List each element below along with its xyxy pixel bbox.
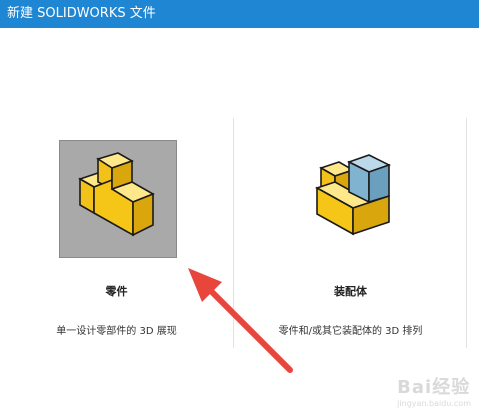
part-label: 零件	[105, 285, 128, 298]
new-document-dialog: 新建 SOLIDWORKS 文件 零件 单一设计零部件的 3D 展现 装配体 零…	[0, 0, 479, 414]
part-cube-icon	[78, 152, 155, 237]
column-divider	[466, 118, 467, 348]
assembly-template-tile[interactable]	[291, 140, 409, 258]
assembly-label: 装配体	[334, 285, 367, 298]
column-divider	[233, 118, 234, 348]
assembly-cube-icon	[315, 154, 392, 236]
watermark: Bai经验 jingyan.baidu.com	[397, 377, 471, 408]
dialog-title: 新建 SOLIDWORKS 文件	[0, 0, 479, 28]
part-template-tile[interactable]	[59, 140, 177, 258]
part-description: 单一设计零部件的 3D 展现	[56, 326, 177, 337]
assembly-description: 零件和/或其它装配体的 3D 排列	[278, 326, 423, 337]
